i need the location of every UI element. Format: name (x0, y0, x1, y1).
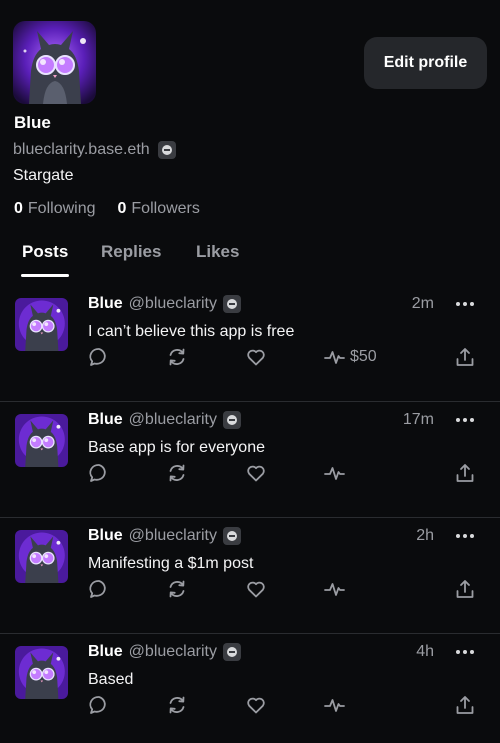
tab-posts[interactable]: Posts (22, 242, 68, 262)
post-timestamp: 2m (411, 295, 434, 312)
post-header: Blue @blueclarity (88, 643, 241, 661)
post-text: I can’t believe this app is free (88, 323, 295, 340)
tab-likes[interactable]: Likes (196, 242, 239, 262)
post-author-name[interactable]: Blue (88, 411, 123, 429)
post-avatar[interactable] (15, 414, 68, 467)
post-timestamp: 2h (416, 527, 434, 544)
post-header: Blue @blueclarity (88, 411, 241, 429)
verified-badge-icon (222, 295, 241, 313)
post-author-name[interactable]: Blue (88, 295, 123, 313)
verified-badge-icon (222, 643, 241, 661)
heart-icon[interactable] (245, 694, 267, 716)
repeat-icon[interactable] (166, 578, 188, 600)
share-upload-icon[interactable] (454, 346, 476, 368)
post-author-handle[interactable]: @blueclarity (129, 411, 217, 429)
post-avatar[interactable] (15, 646, 68, 699)
pulse-icon[interactable] (323, 346, 345, 368)
post-avatar[interactable] (15, 530, 68, 583)
active-tab-indicator (21, 274, 69, 277)
verified-badge-icon (222, 411, 241, 429)
follow-stats: 0 Following 0 Followers (14, 200, 200, 218)
more-dots-icon[interactable] (455, 531, 475, 541)
following-count: 0 (14, 200, 23, 217)
following-label: Following (27, 200, 96, 217)
profile-display-name: Blue (14, 113, 51, 132)
profile-avatar[interactable] (13, 21, 96, 104)
speech-bubble-icon[interactable] (88, 462, 110, 484)
tip-amount: $50 (350, 348, 377, 365)
post[interactable]: Blue @blueclarity 2h Manifesting a $1m p… (0, 518, 500, 634)
following-stat[interactable]: 0 Following (14, 200, 96, 218)
post-avatar[interactable] (15, 298, 68, 351)
pulse-icon[interactable] (323, 694, 345, 716)
repeat-icon[interactable] (166, 346, 188, 368)
post[interactable]: Blue @blueclarity 4h Based (0, 634, 500, 743)
followers-label: Followers (131, 200, 200, 217)
profile-tabs: Posts Replies Likes (0, 238, 500, 278)
followers-count: 0 (117, 200, 127, 217)
profile-bio: Stargate (13, 167, 74, 184)
more-dots-icon[interactable] (455, 647, 475, 657)
post-header: Blue @blueclarity (88, 527, 241, 545)
post-actions (0, 578, 500, 602)
post-text: Manifesting a $1m post (88, 555, 254, 572)
profile-handle-row: blueclarity.base.eth (13, 141, 176, 159)
post-actions: $50 (0, 346, 500, 370)
followers-stat[interactable]: 0 Followers (118, 200, 200, 218)
post-author-name[interactable]: Blue (88, 527, 123, 545)
more-dots-icon[interactable] (455, 415, 475, 425)
post-header: Blue @blueclarity (88, 295, 241, 313)
post-timestamp: 17m (402, 411, 434, 428)
more-dots-icon[interactable] (455, 299, 475, 309)
share-upload-icon[interactable] (454, 694, 476, 716)
post-text: Base app is for everyone (88, 439, 265, 456)
verified-badge-icon (157, 141, 176, 159)
post-author-handle[interactable]: @blueclarity (129, 295, 217, 313)
post[interactable]: Blue @blueclarity 2m I can’t believe thi… (0, 286, 500, 402)
share-upload-icon[interactable] (454, 462, 476, 484)
post-text: Based (88, 671, 134, 688)
profile-handle: blueclarity.base.eth (13, 141, 150, 158)
speech-bubble-icon[interactable] (88, 694, 110, 716)
heart-icon[interactable] (245, 462, 267, 484)
heart-icon[interactable] (245, 578, 267, 600)
pulse-icon[interactable] (323, 462, 345, 484)
repeat-icon[interactable] (166, 694, 188, 716)
repeat-icon[interactable] (166, 462, 188, 484)
speech-bubble-icon[interactable] (88, 578, 110, 600)
speech-bubble-icon[interactable] (88, 346, 110, 368)
pulse-icon[interactable] (323, 578, 345, 600)
post-author-name[interactable]: Blue (88, 643, 123, 661)
edit-profile-button[interactable]: Edit profile (364, 37, 487, 89)
share-upload-icon[interactable] (454, 578, 476, 600)
post-timestamp: 4h (416, 643, 434, 660)
post-author-handle[interactable]: @blueclarity (129, 527, 217, 545)
post[interactable]: Blue @blueclarity 17m Base app is for ev… (0, 402, 500, 518)
post-actions (0, 694, 500, 718)
tab-replies[interactable]: Replies (101, 242, 161, 262)
verified-badge-icon (222, 527, 241, 545)
post-actions (0, 462, 500, 486)
heart-icon[interactable] (245, 346, 267, 368)
post-author-handle[interactable]: @blueclarity (129, 643, 217, 661)
